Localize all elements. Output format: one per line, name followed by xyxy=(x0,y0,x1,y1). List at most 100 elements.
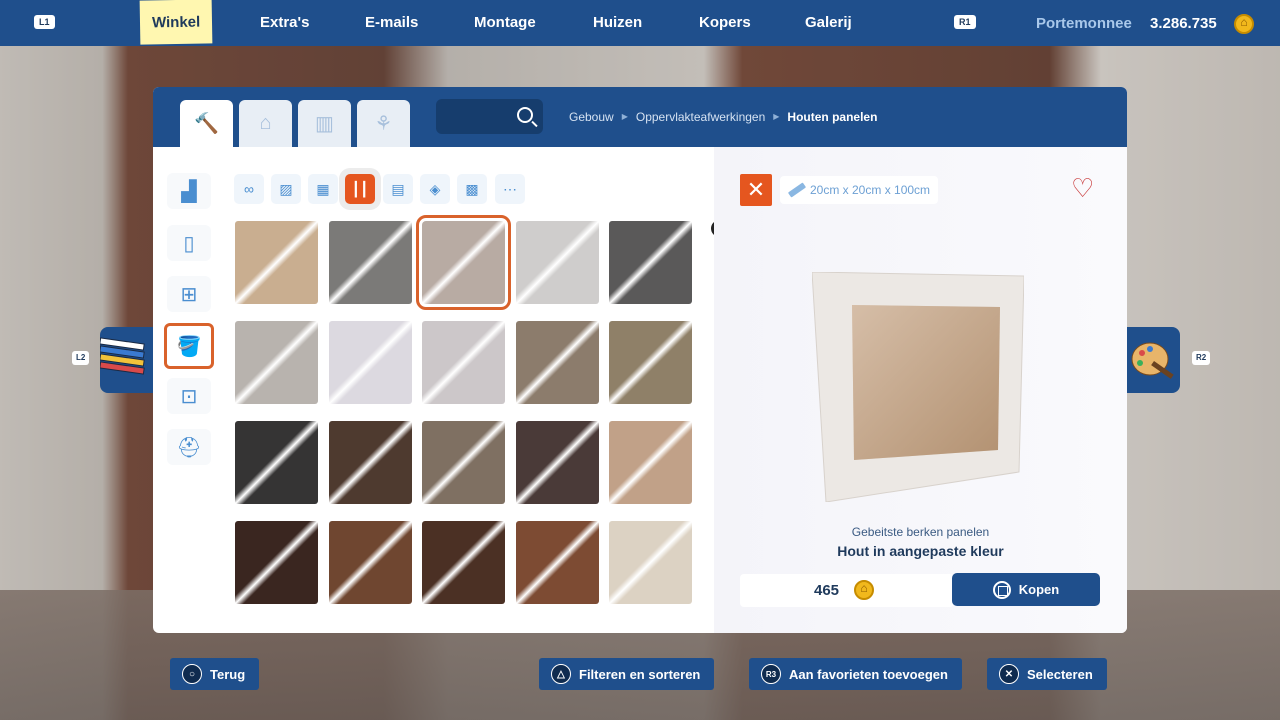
wallet-label: Portemonnee xyxy=(1036,15,1132,32)
door-icon: ▯ xyxy=(183,232,195,255)
tab-montage[interactable]: Montage xyxy=(474,0,536,46)
material-tile[interactable] xyxy=(416,215,511,310)
left-side-panel[interactable] xyxy=(99,327,154,393)
search-input[interactable] xyxy=(436,99,543,134)
breadcrumb: Gebouw ▶ Oppervlakteafwerkingen ▶ Houten… xyxy=(569,87,877,147)
tab-galerij[interactable]: Galerij xyxy=(805,0,852,46)
tab-fence[interactable]: ▥ xyxy=(298,100,351,147)
plant-icon: ⚘ xyxy=(374,113,393,135)
tab-house[interactable]: ⌂ xyxy=(239,100,292,147)
material-tile[interactable] xyxy=(328,221,412,304)
dimensions-badge: 20cm x 20cm x 100cm xyxy=(780,176,939,204)
filter-stone[interactable]: ◈ xyxy=(420,174,450,204)
breadcrumb-houten-panelen: Houten panelen xyxy=(787,110,878,124)
paint-bucket-icon: 🪣 xyxy=(176,335,202,358)
hammer-icon: 🔨 xyxy=(194,113,219,135)
tab-extras[interactable]: Extra's xyxy=(260,0,309,46)
dimensions-text: 20cm x 20cm x 100cm xyxy=(810,183,931,197)
material-tile[interactable] xyxy=(609,521,692,604)
material-tile[interactable] xyxy=(422,421,505,504)
material-tile[interactable] xyxy=(515,221,599,304)
select-label: Selecteren xyxy=(1027,666,1093,682)
breadcrumb-oppervlakteafwerkingen[interactable]: Oppervlakteafwerkingen xyxy=(636,87,765,147)
palette-brush-icon xyxy=(1131,342,1174,379)
material-tile[interactable] xyxy=(515,321,599,404)
filter-all[interactable]: ∞ xyxy=(234,174,264,204)
filter-mosaic[interactable]: ▩ xyxy=(457,174,487,204)
close-icon: ✕ xyxy=(746,177,766,202)
filter-more[interactable]: ⋯ xyxy=(495,174,525,204)
l2-button-hint: L2 xyxy=(72,351,90,365)
tab-winkel[interactable]: Winkel xyxy=(139,0,213,45)
top-navigation-bar: L1 Winkel Extra's E-mails Montage Huizen… xyxy=(0,0,1280,46)
square-button-icon xyxy=(992,580,1011,599)
tab-huizen[interactable]: Huizen xyxy=(593,0,642,46)
helmet-icon: ⛑ xyxy=(176,436,202,459)
catalog-area: ▟ ▯ ⊞ 🪣 ⊡ ⛑ ∞ ▨ ▦ ┃┃ ▤ ◈ ▩ ⋯ xyxy=(153,147,714,633)
favorites-label: Aan favorieten toevoegen xyxy=(789,666,948,682)
cross-button-icon: ✕ xyxy=(999,664,1019,684)
back-label: Terug xyxy=(210,666,246,682)
wallpaper-icon: ▦ xyxy=(316,180,330,197)
material-tile[interactable] xyxy=(235,421,318,504)
material-tile[interactable] xyxy=(515,521,599,604)
material-tile[interactable] xyxy=(609,321,692,404)
material-tile[interactable] xyxy=(235,321,318,404)
filter-label: Filteren en sorteren xyxy=(579,666,701,682)
r2-button-hint: R2 xyxy=(1192,351,1211,365)
category-sockets[interactable]: ⊡ xyxy=(167,378,211,414)
shop-header: 🔨 ⌂ ▥ ⚘ Gebouw ▶ Oppervlakteafwerkingen … xyxy=(153,87,1127,147)
favorites-hint-button[interactable]: R3 Aan favorieten toevoegen xyxy=(749,658,962,690)
select-hint-button[interactable]: ✕ Selecteren xyxy=(987,658,1107,690)
price-box: 465 xyxy=(740,574,954,607)
tab-kopers[interactable]: Kopers xyxy=(699,0,751,46)
filter-wallpaper[interactable]: ▦ xyxy=(308,174,338,204)
tab-construction[interactable]: 🔨 xyxy=(180,100,233,147)
material-tile[interactable] xyxy=(609,221,692,304)
filter-tiles[interactable]: ▤ xyxy=(383,174,413,204)
favorite-heart-icon[interactable]: ♡ xyxy=(1071,173,1094,204)
filter-picture[interactable]: ▨ xyxy=(271,174,301,204)
material-tile[interactable] xyxy=(328,421,412,504)
tab-garden[interactable]: ⚘ xyxy=(357,100,410,147)
wallet-value: 3.286.735 xyxy=(1150,15,1217,32)
close-button[interactable]: ✕ xyxy=(740,174,772,206)
material-tile[interactable] xyxy=(235,221,318,304)
material-tile[interactable] xyxy=(422,321,505,404)
category-stairs[interactable]: ▟ xyxy=(167,173,211,209)
material-tile[interactable] xyxy=(422,521,505,604)
window-icon: ⊞ xyxy=(180,283,198,306)
r3-button-icon: R3 xyxy=(761,664,781,684)
more-icon: ⋯ xyxy=(503,180,517,197)
stone-icon: ◈ xyxy=(429,180,441,197)
coin-icon xyxy=(854,580,874,600)
back-hint-button[interactable]: ○ Terug xyxy=(170,658,260,690)
product-title: Hout in aangepaste kleur xyxy=(837,543,1004,559)
category-paint[interactable]: 🪣 xyxy=(164,323,214,369)
category-windows[interactable]: ⊞ xyxy=(167,276,211,312)
circle-button-icon: ○ xyxy=(182,664,202,684)
right-side-panel[interactable] xyxy=(1126,327,1180,393)
infinity-icon: ∞ xyxy=(244,181,254,197)
breadcrumb-gebouw[interactable]: Gebouw xyxy=(569,87,614,147)
filter-wood-panels[interactable]: ┃┃ xyxy=(345,174,375,204)
search-icon xyxy=(517,107,533,123)
filter-hint-button[interactable]: △ Filteren en sorteren xyxy=(539,658,715,690)
category-doors[interactable]: ▯ xyxy=(167,225,211,261)
material-tile[interactable] xyxy=(328,521,412,604)
material-tile[interactable] xyxy=(235,521,318,604)
breadcrumb-separator-icon: ▶ xyxy=(773,112,780,121)
triangle-button-icon: △ xyxy=(551,664,571,684)
buy-button[interactable]: Kopen xyxy=(952,573,1100,606)
material-tile[interactable] xyxy=(515,421,599,504)
tab-emails[interactable]: E-mails xyxy=(365,0,418,46)
mosaic-icon: ▩ xyxy=(465,180,479,197)
material-tile[interactable] xyxy=(328,321,412,404)
breadcrumb-separator-icon: ▶ xyxy=(621,112,628,121)
shop-panel: 🔨 ⌂ ▥ ⚘ Gebouw ▶ Oppervlakteafwerkingen … xyxy=(153,87,1127,633)
coin-icon xyxy=(1234,14,1254,34)
paint-swatches-icon xyxy=(99,337,145,375)
fence-icon: ▥ xyxy=(315,113,334,135)
material-tile[interactable] xyxy=(609,421,692,504)
category-helmet[interactable]: ⛑ xyxy=(167,429,211,465)
